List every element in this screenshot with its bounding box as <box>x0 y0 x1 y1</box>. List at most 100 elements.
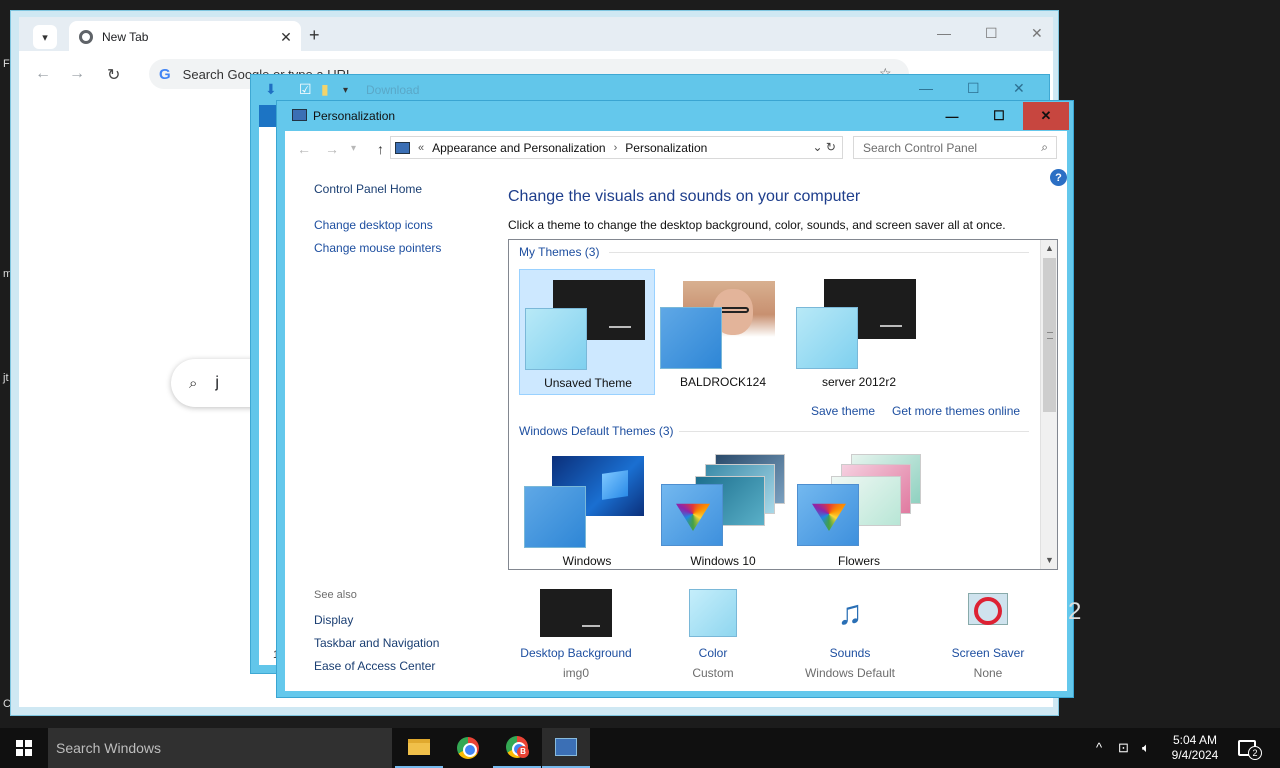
theme-color-swatch <box>524 486 586 548</box>
desktop-background-link[interactable]: Desktop Background <box>506 646 646 660</box>
windows-logo-icon <box>16 740 32 756</box>
theme-label: Flowers <box>837 554 880 568</box>
theme-tile-flowers[interactable]: Flowers <box>791 448 927 569</box>
taskbar-control-panel[interactable] <box>542 728 590 768</box>
help-icon[interactable]: ? <box>1050 169 1067 186</box>
notification-count: 2 <box>1248 746 1262 760</box>
clock-date: 9/4/2024 <box>1171 748 1219 762</box>
new-tab-button[interactable]: + <box>309 25 320 46</box>
close-button[interactable]: ✕ <box>1023 102 1069 130</box>
maximize-button[interactable]: ☐ <box>976 102 1022 130</box>
group-header-default-themes[interactable]: Windows Default Themes (3) <box>519 424 674 438</box>
scroll-down-icon[interactable]: ▼ <box>1041 552 1057 569</box>
page-title: Change the visuals and sounds on your co… <box>508 188 861 205</box>
group-header-my-themes[interactable]: My Themes (3) <box>519 245 599 259</box>
forward-icon[interactable]: → <box>69 65 85 83</box>
maximize-icon[interactable]: ☐ <box>985 25 998 42</box>
sounds-item[interactable]: ♫ Sounds Windows Default <box>780 589 920 680</box>
link-change-desktop-icons[interactable]: Change desktop icons <box>314 218 433 232</box>
chrome-tab-strip: ▾ New Tab ✕ + — ☐ ✕ <box>19 17 1053 53</box>
theme-color-swatch <box>525 308 587 370</box>
properties-icon[interactable]: ☑ <box>299 81 312 98</box>
theme-tile-baldrock124[interactable]: BALDROCK124 <box>655 269 791 395</box>
search-input[interactable]: Search Control Panel ⌕ <box>853 136 1057 159</box>
tab-search-icon[interactable]: ▾ <box>33 25 57 49</box>
sounds-value: Windows Default <box>804 666 896 680</box>
theme-color-swatch <box>796 307 858 369</box>
theme-tile-server-2012r2[interactable]: server 2012r2 <box>791 269 927 395</box>
address-bar[interactable]: « Appearance and Personalization › Perso… <box>390 136 843 159</box>
network-icon[interactable]: ⊡ <box>1118 740 1129 756</box>
tab-new-tab[interactable]: New Tab ✕ <box>69 21 301 53</box>
scroll-up-icon[interactable]: ▲ <box>1041 240 1057 257</box>
taskbar-search-placeholder: Search Windows <box>56 740 162 756</box>
profile-badge: B <box>517 746 529 758</box>
get-more-themes-link[interactable]: Get more themes online <box>892 404 1020 418</box>
clock-time: 5:04 AM <box>1172 733 1218 747</box>
color-item[interactable]: Color Custom <box>643 589 783 680</box>
taskbar-search[interactable]: Search Windows <box>48 728 392 768</box>
link-control-panel-home[interactable]: Control Panel Home <box>314 182 422 196</box>
chevron-right-icon[interactable]: › <box>614 142 618 154</box>
minimize-button[interactable]: — <box>929 102 975 130</box>
theme-color-swatch <box>797 484 859 546</box>
color-link[interactable]: Color <box>643 646 783 660</box>
close-icon[interactable]: ✕ <box>1013 80 1025 97</box>
breadcrumb-appearance[interactable]: Appearance and Personalization <box>432 141 605 155</box>
chevron-up-icon[interactable]: ^ <box>1096 740 1102 755</box>
maximize-icon[interactable]: ☐ <box>967 80 980 97</box>
desktop-background-item[interactable]: Desktop Background img0 <box>506 589 646 680</box>
recent-locations-icon[interactable]: ▾ <box>351 143 356 154</box>
desktop-edge-char: 2 <box>1068 598 1082 625</box>
search-icon[interactable]: ⌕ <box>1041 140 1048 155</box>
taskbar-chrome-profile[interactable]: B <box>493 728 541 768</box>
screen-saver-item[interactable]: Screen Saver None <box>918 589 1058 680</box>
minimize-icon[interactable]: — <box>937 25 951 41</box>
scrollbar-thumb[interactable] <box>1043 258 1056 412</box>
save-theme-link[interactable]: Save theme <box>811 404 875 418</box>
forward-icon[interactable]: → <box>325 141 339 157</box>
taskbar-clock[interactable]: 5:04 AM 9/4/2024 <box>1170 733 1220 763</box>
theme-label: Unsaved Theme <box>544 376 632 390</box>
link-display[interactable]: Display <box>314 613 353 627</box>
reload-icon[interactable]: ↻ <box>107 65 120 85</box>
explorer-title: Download <box>366 83 420 97</box>
taskbar-file-explorer[interactable] <box>395 728 443 768</box>
link-taskbar-navigation[interactable]: Taskbar and Navigation <box>314 636 439 650</box>
color-value: Custom <box>692 666 734 680</box>
link-change-mouse-pointers[interactable]: Change mouse pointers <box>314 241 441 255</box>
sounds-link[interactable]: Sounds <box>780 646 920 660</box>
theme-label: server 2012r2 <box>821 375 897 389</box>
theme-color-swatch <box>660 307 722 369</box>
title-bar[interactable]: Personalization — ☐ ✕ <box>277 101 1073 131</box>
chrome-icon <box>457 737 479 759</box>
address-history-chevron-icon[interactable]: ⌄ ↻ <box>813 140 836 154</box>
personalization-window[interactable]: Personalization — ☐ ✕ ← → ▾ ↑ « Appearan… <box>276 100 1074 698</box>
tab-close-icon[interactable]: ✕ <box>275 29 297 46</box>
back-icon[interactable]: ← <box>297 141 311 157</box>
navigation-bar: ← → ▾ ↑ « Appearance and Personalization… <box>285 131 1067 169</box>
theme-tile-windows-10[interactable]: Windows 10 <box>655 448 791 569</box>
back-icon[interactable]: ← <box>35 65 51 83</box>
theme-tile-unsaved[interactable]: Unsaved Theme <box>519 269 655 395</box>
control-panel-icon <box>395 141 410 154</box>
breadcrumb-overflow[interactable]: « <box>418 142 424 154</box>
volume-icon[interactable]: 🔈︎ <box>1142 740 1150 756</box>
link-ease-of-access[interactable]: Ease of Access Center <box>314 659 435 673</box>
taskbar-chrome[interactable] <box>444 728 492 768</box>
folder-icon[interactable]: ▮ <box>321 81 329 98</box>
theme-tile-windows[interactable]: Windows <box>519 448 655 569</box>
taskbar: Search Windows B ^ ⊡ 🔈︎ 5:04 AM 9/4/2024… <box>0 728 1280 768</box>
close-icon[interactable]: ✕ <box>1031 25 1043 42</box>
theme-list[interactable]: My Themes (3) Unsaved Theme BALDROCK124 … <box>508 239 1058 570</box>
minimize-icon[interactable]: — <box>919 80 933 96</box>
desktop-background-thumbnail <box>540 589 612 637</box>
up-icon[interactable]: ↑ <box>377 141 384 157</box>
breadcrumb-personalization[interactable]: Personalization <box>625 141 707 155</box>
start-button[interactable] <box>0 728 48 768</box>
theme-label: Windows 10 <box>690 554 756 568</box>
screen-saver-link[interactable]: Screen Saver <box>918 646 1058 660</box>
theme-list-scrollbar[interactable]: ▲ ▼ <box>1040 240 1057 569</box>
theme-label: BALDROCK124 <box>679 375 767 389</box>
quick-access-dropdown-icon[interactable]: ▾ <box>343 85 348 96</box>
